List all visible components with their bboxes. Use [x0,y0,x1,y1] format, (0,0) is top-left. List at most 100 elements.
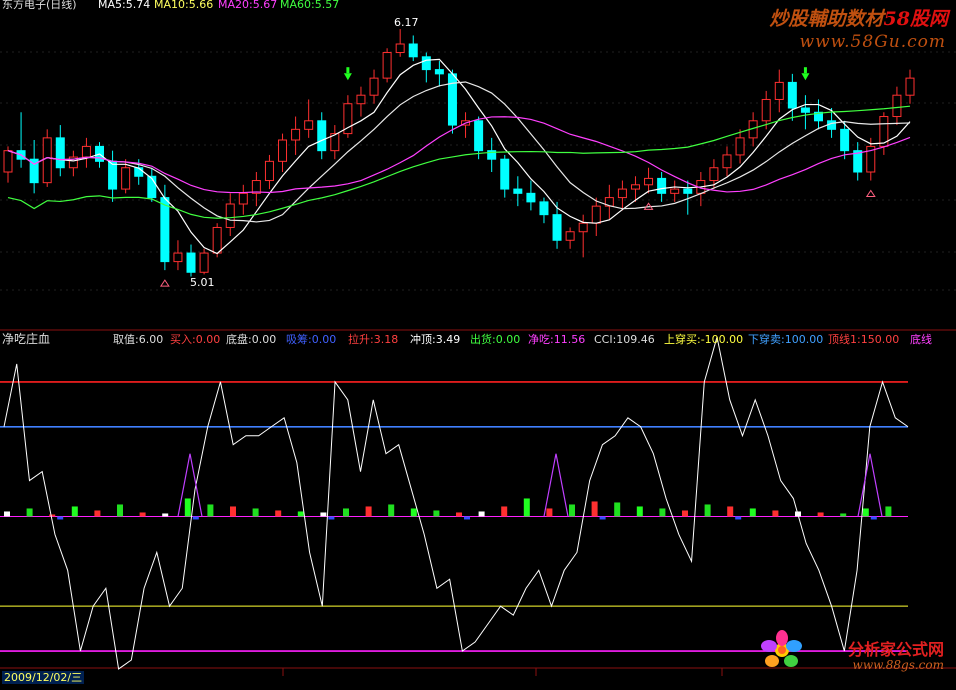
candle-body [800,107,810,113]
candle-body [722,154,732,169]
indicator-column-neg [192,516,199,520]
indicator-column [523,498,530,517]
indicator-column-neg [870,516,877,520]
indicator-column [71,506,78,517]
candle-body [264,160,274,182]
indicator-column [388,504,395,517]
indicator-column [614,502,621,517]
sell-arrow-icon [346,67,350,74]
candle-body [173,252,183,263]
indicator-legend-item: 底盘:0.00 [226,333,277,346]
candle-body [578,222,588,233]
indicator-column [704,504,711,517]
candle-body [212,226,222,254]
candle-body [421,56,431,71]
indicator-column [117,504,123,517]
candle-body [630,184,640,190]
indicator-column [162,513,169,517]
candle-body [225,203,235,228]
candle-body [617,188,627,199]
ma20-label: MA20:5.67 [218,0,278,11]
brand-watermark: 炒股輔助数材58股网 [769,8,948,30]
indicator-legend-item: CCI:109.46 [594,333,655,346]
indicator-column [569,504,575,517]
candle-body [735,137,745,156]
indicator-column [682,510,688,517]
indicator-column [433,510,440,517]
indicator-column [885,506,892,517]
candle-body [657,177,667,194]
indicator-column [817,512,824,517]
indicator-legend-item: 上穿买:-100.00 [664,333,744,346]
indicator-column [94,510,101,517]
candle-body [892,94,902,118]
candle-body [317,120,327,152]
candle-body [160,197,170,263]
candle-body [55,137,65,169]
candle-body [683,188,693,194]
indicator-legend-item: 下穿卖:100.00 [748,333,824,346]
indicator-column [636,506,643,517]
candle-body [108,160,118,190]
indicator-column [772,510,779,517]
candle-body [81,145,91,158]
indicator-column [410,508,417,517]
candle-body [186,252,196,273]
candle-body [552,214,562,241]
candle-body [395,43,405,54]
indicator-legend-item: 底线 [910,333,932,346]
indicator-column [207,504,214,517]
candle-body [774,81,784,100]
candle-body [761,98,771,122]
indicator-column [862,508,869,517]
candle-body [905,77,915,96]
candle-body [709,167,719,182]
indicator-column [591,501,598,517]
bottom-brand-watermark: 分析家公式网 [847,640,944,659]
candle-body [447,73,457,126]
indicator-column [659,508,666,517]
indicator-column [230,506,236,517]
indicator-column [320,512,327,517]
indicator-legend-item: 取值:6.00 [113,333,164,346]
candle-body [513,188,523,194]
candle-body [238,192,248,205]
indicator-column [4,511,10,517]
candle-body [644,177,654,186]
candle-body [199,252,209,273]
candle-body [539,201,549,216]
candle-body [121,167,131,190]
candle-body [408,43,418,58]
indicator-column-neg [464,516,470,520]
stock-chart: 东方电子(日线) MA5:5.74 MA10:5.66 MA20:5.67 MA… [0,0,956,686]
bottom-brand-url: www.88gs.com [852,658,944,672]
indicator-legend-item: 买入:0.00 [170,333,221,346]
indicator-column [275,510,282,517]
indicator-column [478,511,485,517]
indicator-column-neg [57,516,64,520]
candle-body [591,205,601,224]
candle-body [3,150,13,173]
indicator-column [49,514,56,517]
indicator-column [546,508,553,517]
candle-body [369,77,379,96]
indicator-column-neg [735,516,742,520]
stock-title: 东方电子(日线) [2,0,77,11]
candle-body [787,81,797,109]
candle-body [526,192,536,203]
sell-arrow-icon [803,67,807,74]
indicator-column [727,506,734,517]
indicator-legend-item: 顶线1:150.00 [828,333,900,346]
indicator-legend-item: 净吃:11.56 [528,333,586,346]
ma10-label: MA10:5.66 [154,0,214,11]
indicator-column [840,513,847,517]
candle-body [500,158,510,190]
candle-body [565,231,575,241]
candle-body [434,69,444,75]
candle-body [382,52,392,79]
indicator-column [456,512,462,517]
indicator-column-neg [328,516,335,520]
candle-body [134,167,144,177]
candle-body [356,94,366,105]
high-price-label: 6.17 [394,16,419,29]
